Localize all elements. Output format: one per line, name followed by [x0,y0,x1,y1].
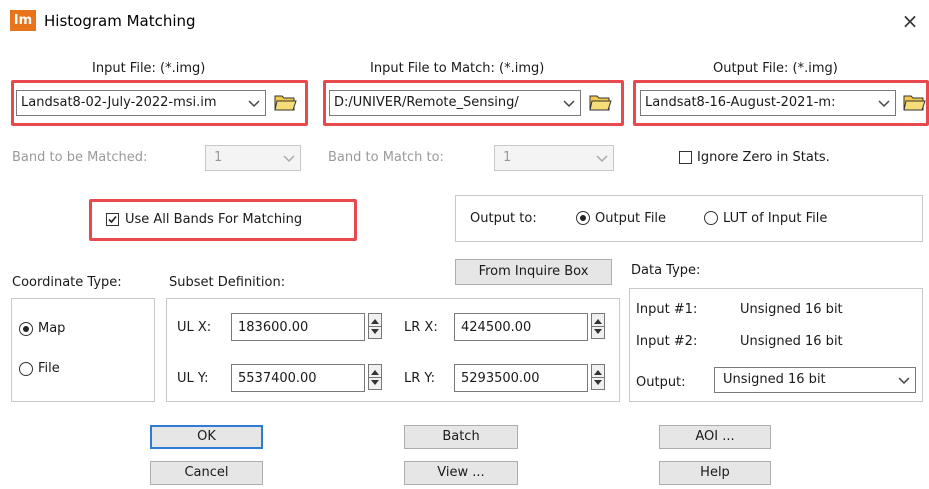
lr-x-spin-button-icon[interactable] [591,313,605,339]
use-all-bands-checkbox[interactable] [106,213,119,226]
lr-x-label: LR X: [404,320,438,335]
input2-value: Unsigned 16 bit [740,334,843,349]
output-file-radio[interactable] [576,211,590,225]
output-file-label: Output File: (*.img) [713,61,838,76]
output-to-label: Output to: [470,211,537,226]
output-file-value: Landsat8-16-August-2021-m: [645,95,836,110]
histogram-matching-dialog: Im Histogram Matching × Input File: (*.i… [0,0,929,489]
ul-x-spin-button-icon[interactable] [368,313,382,339]
lr-x-value: 424500.00 [461,320,532,335]
use-all-bands-label: Use All Bands For Matching [125,212,303,227]
ok-button[interactable]: OK [150,425,263,449]
input1-label: Input #1: [636,302,698,317]
help-button[interactable]: Help [659,461,771,485]
chevron-down-icon [248,100,260,108]
output-file-radio-label: Output File [595,211,667,226]
lr-y-value: 5293500.00 [461,371,540,386]
folder-open-icon[interactable] [902,92,926,112]
lr-x-field[interactable]: 424500.00 [454,313,588,341]
ul-y-value: 5537400.00 [238,371,317,386]
match-file-value: D:/UNIVER/Remote_Sensing/ [334,95,519,110]
window-title: Histogram Matching [44,12,196,30]
ul-x-value: 183600.00 [238,320,309,335]
from-inquire-box-button[interactable]: From Inquire Box [455,259,612,285]
coordinate-type-group [11,298,155,402]
title-bar: Im Histogram Matching × [0,0,929,44]
match-file-combo[interactable]: D:/UNIVER/Remote_Sensing/ [329,90,581,116]
folder-open-icon[interactable] [588,92,612,112]
output-file-combo[interactable]: Landsat8-16-August-2021-m: [640,90,896,116]
ignore-zero-label: Ignore Zero in Stats. [697,150,830,165]
chevron-down-icon [596,155,608,163]
coordinate-type-label: Coordinate Type: [12,275,122,290]
lr-y-spin-button-icon[interactable] [591,364,605,390]
input1-value: Unsigned 16 bit [740,302,843,317]
match-file-label: Input File to Match: (*.img) [370,61,545,76]
batch-button[interactable]: Batch [404,425,518,449]
chevron-down-icon [898,377,910,385]
ignore-zero-checkbox[interactable] [679,151,692,164]
band-to-match-to-value: 1 [503,150,512,165]
data-type-label: Data Type: [631,263,701,278]
aoi-button[interactable]: AOI ... [659,425,771,449]
ul-x-field[interactable]: 183600.00 [231,313,365,341]
file-radio[interactable] [19,362,33,376]
input2-label: Input #2: [636,334,698,349]
band-to-be-matched-select[interactable]: 1 [205,145,301,171]
output-type-value: Unsigned 16 bit [723,372,826,387]
file-radio-label: File [38,361,60,376]
ul-y-spin-button-icon[interactable] [368,364,382,390]
map-radio[interactable] [19,322,33,336]
cancel-button[interactable]: Cancel [150,461,263,485]
output-type-label: Output: [636,375,686,390]
chevron-down-icon [878,100,890,108]
checkmark-icon [108,215,117,224]
lr-y-field[interactable]: 5293500.00 [454,364,588,392]
band-to-be-matched-value: 1 [214,150,223,165]
input-file-label: Input File: (*.img) [92,61,206,76]
map-radio-label: Map [38,321,66,336]
ul-y-label: UL Y: [177,371,209,386]
ul-x-label: UL X: [177,320,212,335]
chevron-down-icon [563,100,575,108]
ul-y-field[interactable]: 5537400.00 [231,364,365,392]
input-file-value: Landsat8-02-July-2022-msi.im [21,95,217,110]
lut-input-file-radio-label: LUT of Input File [723,211,828,226]
folder-open-icon[interactable] [273,92,297,112]
output-type-select[interactable]: Unsigned 16 bit [714,367,916,393]
lr-y-label: LR Y: [404,371,436,386]
input-file-combo[interactable]: Landsat8-02-July-2022-msi.im [16,90,266,116]
view-button[interactable]: View ... [404,461,518,485]
subset-definition-label: Subset Definition: [169,275,286,290]
lut-input-file-radio[interactable] [704,211,718,225]
app-icon: Im [10,10,36,31]
band-to-match-to-select[interactable]: 1 [494,145,614,171]
close-icon[interactable]: × [898,9,922,33]
chevron-down-icon [283,155,295,163]
band-to-match-to-label: Band to Match to: [328,150,444,165]
band-to-be-matched-label: Band to be Matched: [12,150,148,165]
